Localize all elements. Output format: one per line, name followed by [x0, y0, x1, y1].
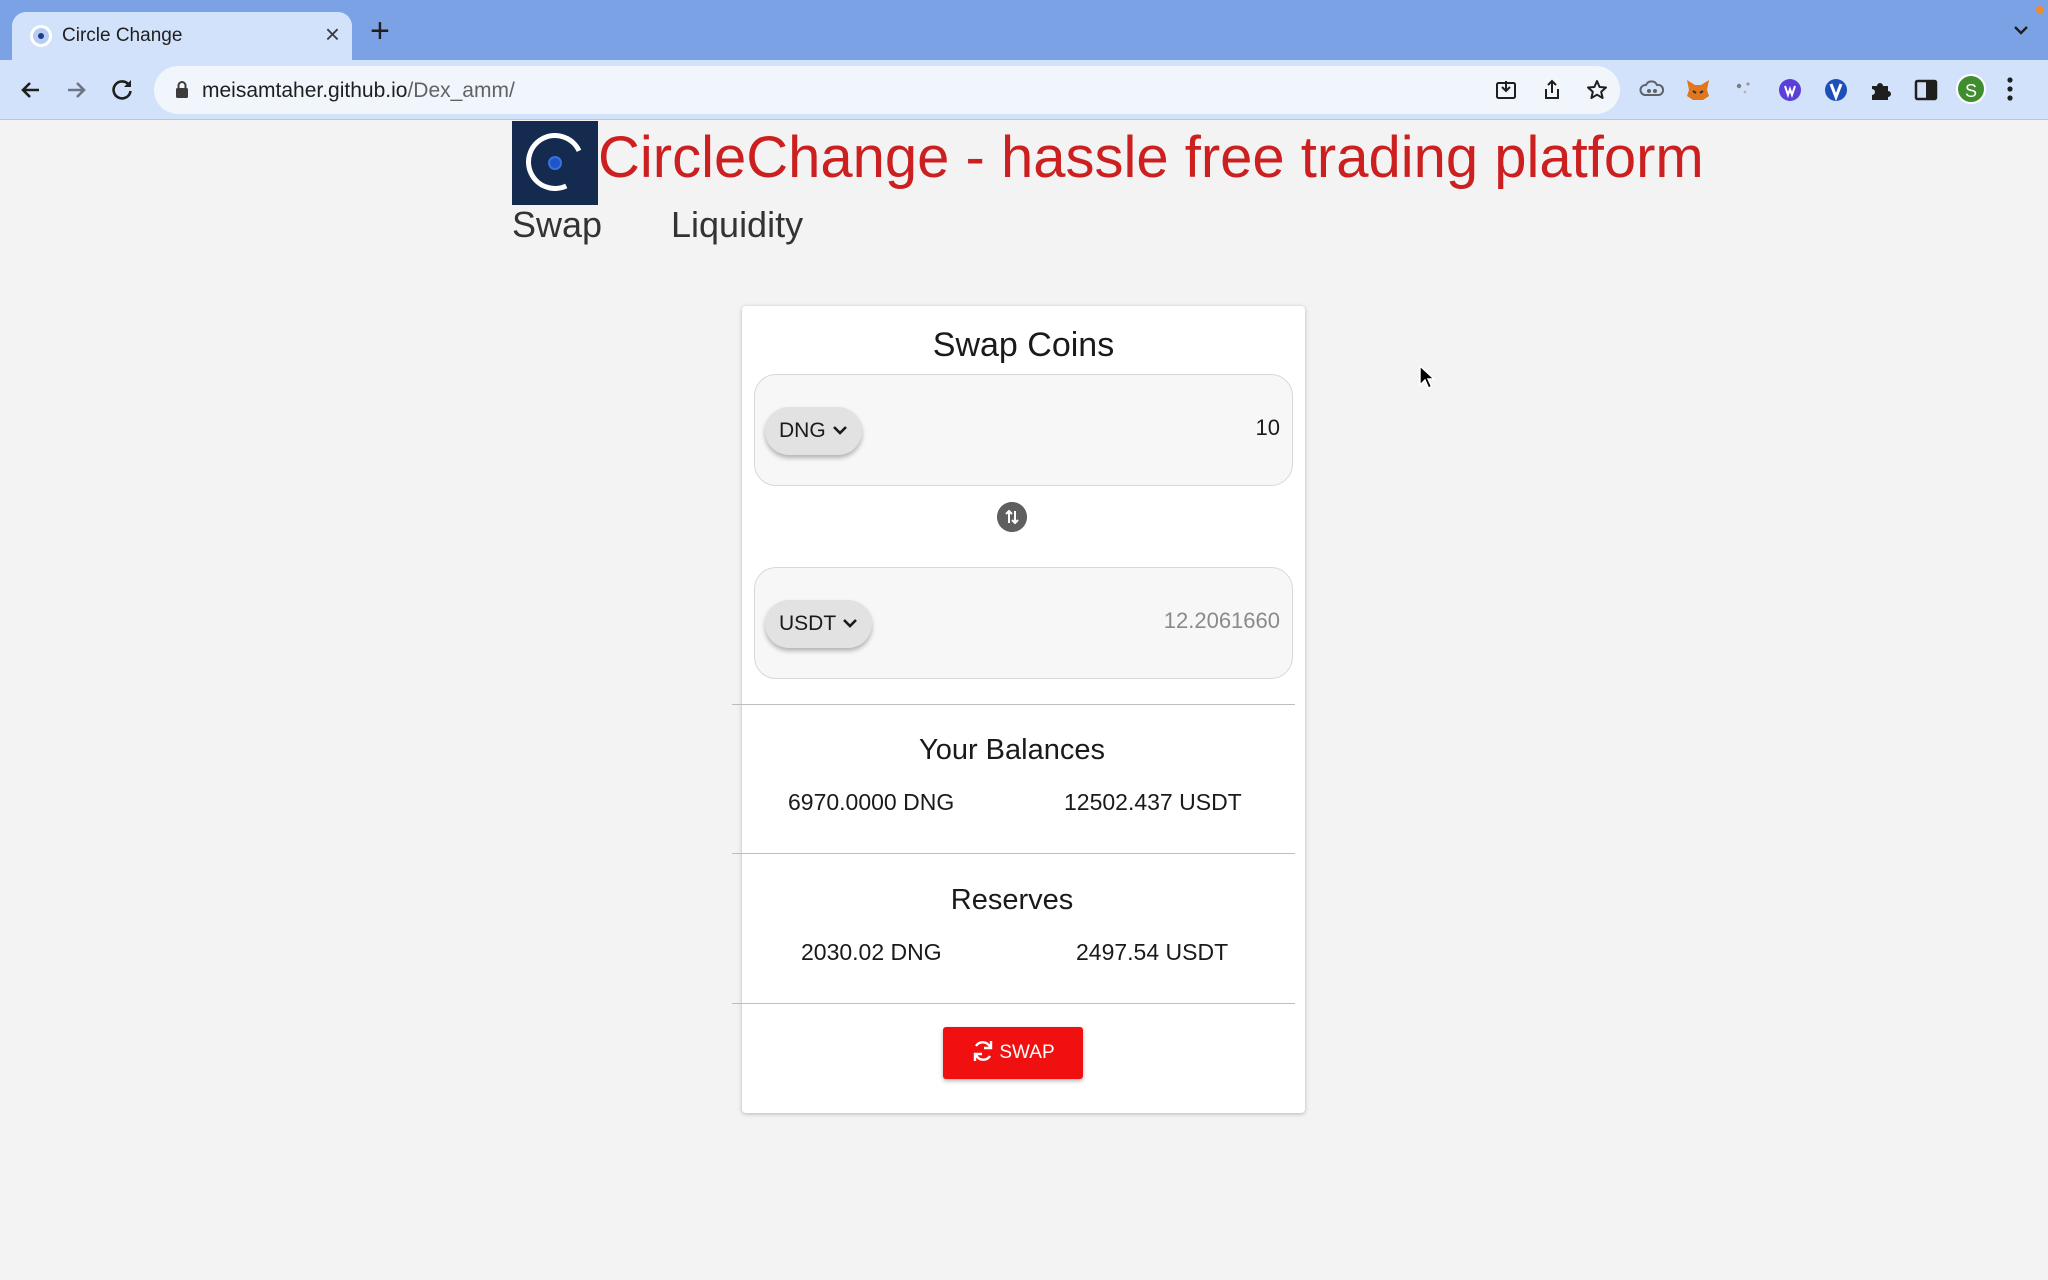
swap-card: Swap Coins DNG 10 USDT 12.2061660 Your B… [732, 306, 1305, 1113]
circle-change-favicon-icon [30, 25, 52, 47]
to-amount-output: 12.2061660 [1163, 608, 1280, 633]
tab-title: Circle Change [62, 25, 183, 46]
divider [732, 853, 1295, 854]
tab-strip: Circle Change × + [0, 0, 2048, 60]
reload-icon[interactable] [108, 76, 136, 104]
divider [732, 1003, 1295, 1004]
chevron-down-icon [843, 619, 858, 628]
lock-icon[interactable] [174, 80, 190, 100]
logo-core-icon [548, 156, 562, 170]
new-tab-plus-icon[interactable]: + [370, 14, 390, 48]
url-text[interactable]: meisamtaher.github.io/Dex_amm/ [202, 79, 515, 103]
circle-change-logo [512, 121, 598, 205]
mouse-cursor-icon [1419, 365, 1436, 389]
to-coin-box: USDT 12.2061660 [754, 567, 1293, 679]
update-indicator-icon [2036, 6, 2044, 14]
address-bar[interactable]: meisamtaher.github.io/Dex_amm/ [154, 66, 1620, 114]
divider [732, 704, 1295, 705]
profile-avatar[interactable]: S [1956, 74, 1986, 104]
reserve-usdt: 2497.54 USDT [1076, 939, 1229, 965]
to-coin-symbol: USDT [779, 612, 837, 635]
swap-card-title: Swap Coins [932, 326, 1115, 364]
side-panel-icon[interactable] [1912, 76, 1940, 104]
share-icon[interactable] [1540, 78, 1564, 102]
nav-link-liquidity[interactable]: Liquidity [671, 204, 803, 246]
browser-menu-icon[interactable] [2006, 76, 2014, 102]
balance-usdt: 12502.437 USDT [1064, 789, 1242, 815]
extension-cloud-icon[interactable] [1638, 76, 1666, 104]
browser-toolbar: meisamtaher.github.io/Dex_amm/ [0, 60, 2048, 120]
close-tab-icon[interactable]: × [325, 21, 340, 47]
extension-stars-icon[interactable] [1730, 76, 1758, 104]
browser-tab[interactable]: Circle Change × [12, 12, 352, 60]
site-title: CircleChange - hassle free trading platf… [598, 125, 1704, 190]
from-coin-select[interactable]: DNG [765, 407, 862, 455]
metamask-fox-icon[interactable] [1684, 76, 1712, 104]
from-coin-box: DNG 10 [754, 374, 1293, 486]
forward-arrow-icon[interactable] [62, 76, 90, 104]
balance-dng: 6970.0000 DNG [788, 789, 955, 815]
swap-button-label: SWAP [999, 1042, 1055, 1063]
url-host: meisamtaher.github.io [202, 79, 408, 102]
swap-button[interactable]: SWAP [943, 1027, 1083, 1079]
extension-wallet-icon[interactable] [1776, 76, 1804, 104]
extensions-puzzle-icon[interactable] [1867, 76, 1895, 104]
nav-link-swap[interactable]: Swap [512, 204, 602, 246]
reserves-title: Reserves [950, 884, 1074, 916]
tab-search-chevron-icon[interactable] [2012, 24, 2030, 36]
back-arrow-icon[interactable] [17, 76, 45, 104]
bookmark-star-icon[interactable] [1585, 78, 1609, 102]
chevron-down-icon [832, 426, 847, 435]
extension-v-icon[interactable] [1822, 76, 1850, 104]
install-app-icon[interactable] [1494, 78, 1518, 102]
switch-direction-icon[interactable] [997, 502, 1027, 532]
from-amount-input[interactable]: 10 [1256, 415, 1280, 441]
to-coin-select[interactable]: USDT [765, 600, 873, 648]
url-path: /Dex_amm/ [407, 79, 515, 102]
swap-refresh-icon [974, 1040, 993, 1061]
reserve-dng: 2030.02 DNG [801, 939, 942, 965]
from-coin-symbol: DNG [779, 419, 826, 442]
balances-title: Your Balances [919, 734, 1105, 766]
